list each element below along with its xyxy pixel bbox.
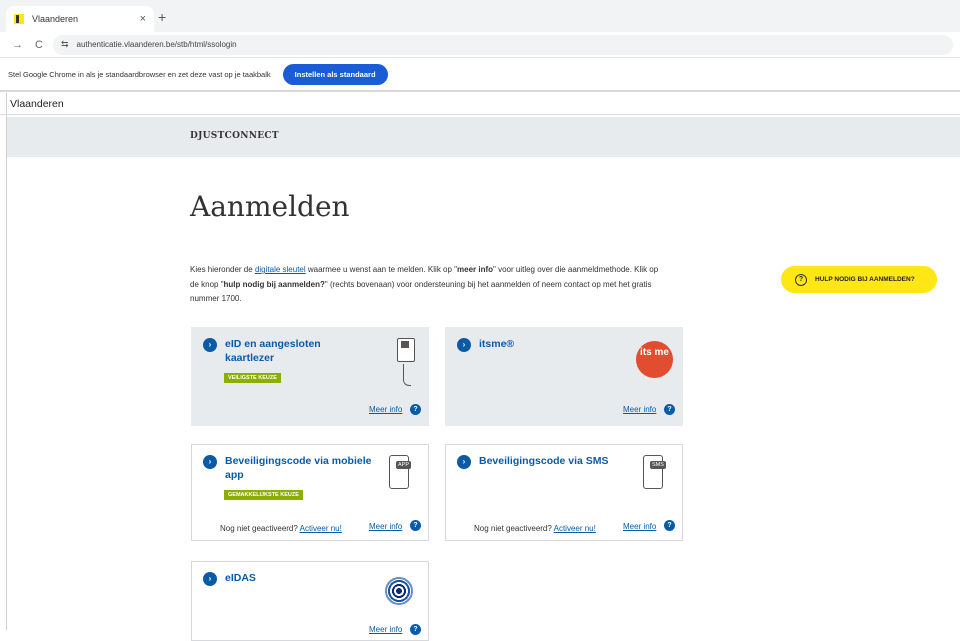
sms-icon: SMS [643,455,666,489]
forward-icon[interactable]: → [12,39,23,51]
activation-text: Nog niet geactiveerd? Activeer nu! [474,524,596,533]
chevron-right-icon: › [203,455,217,469]
login-option-eidas[interactable]: › eIDAS Meer info ? [191,561,429,641]
site-header: Vlaanderen [0,93,960,115]
option-badge: GEMAKKELIJKSTE KEUZE [224,490,303,500]
tab-title: Vlaanderen [32,14,79,24]
option-title-line: kaartlezer [225,352,275,364]
not-activated-label: Nog niet geactiveerd? [474,524,552,533]
url-field[interactable]: ⇆ authenticatie.vlaanderen.be/stb/html/s… [52,34,953,55]
option-title: Beveiligingscode via SMS [479,455,609,467]
intro-part: waarmee u wenst aan te melden. Klik op " [305,265,458,274]
tab-strip: Vlaanderen × + [0,0,960,32]
browser-tab[interactable]: Vlaanderen × [6,6,154,32]
chevron-right-icon: › [457,338,471,352]
reload-icon[interactable]: C [35,39,43,51]
option-title: eID en aangesloten kaartlezer [225,337,321,365]
help-icon[interactable]: ? [664,520,675,531]
more-info-link[interactable]: Meer info [369,522,402,531]
not-activated-label: Nog niet geactiveerd? [220,524,298,533]
default-browser-infobar: Stel Google Chrome in als je standaardbr… [0,58,960,92]
card-reader-icon [397,338,415,362]
intro-bold: meer info [457,265,494,274]
chevron-right-icon: › [457,455,471,469]
digital-key-link[interactable]: digitale sleutel [255,265,306,274]
more-info-link[interactable]: Meer info [623,522,656,531]
url-text: authenticatie.vlaanderen.be/stb/html/sso… [76,40,237,49]
itsme-logo-icon: its me [636,341,673,378]
question-icon: ? [795,273,807,286]
help-button[interactable]: ? HULP NODIG BIJ AANMELDEN? [781,266,937,293]
site-settings-icon[interactable]: ⇆ [61,39,69,50]
option-title-line: eID en aangesloten [225,338,321,350]
option-badge: VEILIGSTE KEUZE [224,373,281,383]
chevron-right-icon: › [203,572,217,586]
help-icon[interactable]: ? [410,404,421,415]
login-option-eid[interactable]: › eID en aangesloten kaartlezer VEILIGST… [191,327,429,426]
new-tab-button[interactable]: + [158,9,166,25]
chevron-right-icon: › [203,338,217,352]
option-title: eIDAS [225,572,256,584]
service-name: DJUSTCONNECT [190,131,279,141]
tab-close-icon[interactable]: × [140,13,146,25]
option-title-line: app [225,469,244,481]
intro-part: Kies hieronder de [190,265,255,274]
more-info-link[interactable]: Meer info [623,405,656,414]
login-option-mobile-app[interactable]: › Beveiligingscode via mobiele app GEMAK… [191,444,429,541]
set-default-button[interactable]: Instellen als standaard [282,63,388,85]
address-bar-row: → C ⇆ authenticatie.vlaanderen.be/stb/ht… [0,32,960,58]
help-button-label: HULP NODIG BIJ AANMELDEN? [815,276,915,283]
help-icon[interactable]: ? [410,520,421,531]
site-brand[interactable]: Vlaanderen [10,98,64,110]
page-title: Aanmelden [190,190,350,223]
card-reader-cable-icon [403,364,411,386]
phone-tag: APP [396,461,412,469]
intro-bold: hulp nodig bij aanmelden? [223,279,325,289]
phone-tag: SMS [650,461,666,469]
more-info-link[interactable]: Meer info [369,405,402,414]
option-title-line: Beveiligingscode via mobiele [225,455,372,467]
eidas-logo-icon [383,575,415,607]
option-title: Beveiligingscode via mobiele app [225,454,371,482]
vlaanderen-favicon-icon [14,14,24,24]
login-option-itsme[interactable]: › itsme® its me Meer info ? [445,327,683,426]
activate-link[interactable]: Activeer nu! [554,524,596,533]
login-option-sms[interactable]: › Beveiligingscode via SMS SMS Nog niet … [445,444,683,541]
service-header: DJUSTCONNECT [7,117,960,157]
activate-link[interactable]: Activeer nu! [300,524,342,533]
help-icon[interactable]: ? [664,404,675,415]
activation-text: Nog niet geactiveerd? Activeer nu! [220,524,342,533]
infobar-message: Stel Google Chrome in als je standaardbr… [8,69,271,79]
intro-text: Kies hieronder de digitale sleutel waarm… [190,263,660,307]
page-left-border [6,93,7,630]
mobile-app-icon: APP [389,455,412,489]
option-title: itsme® [479,338,515,350]
